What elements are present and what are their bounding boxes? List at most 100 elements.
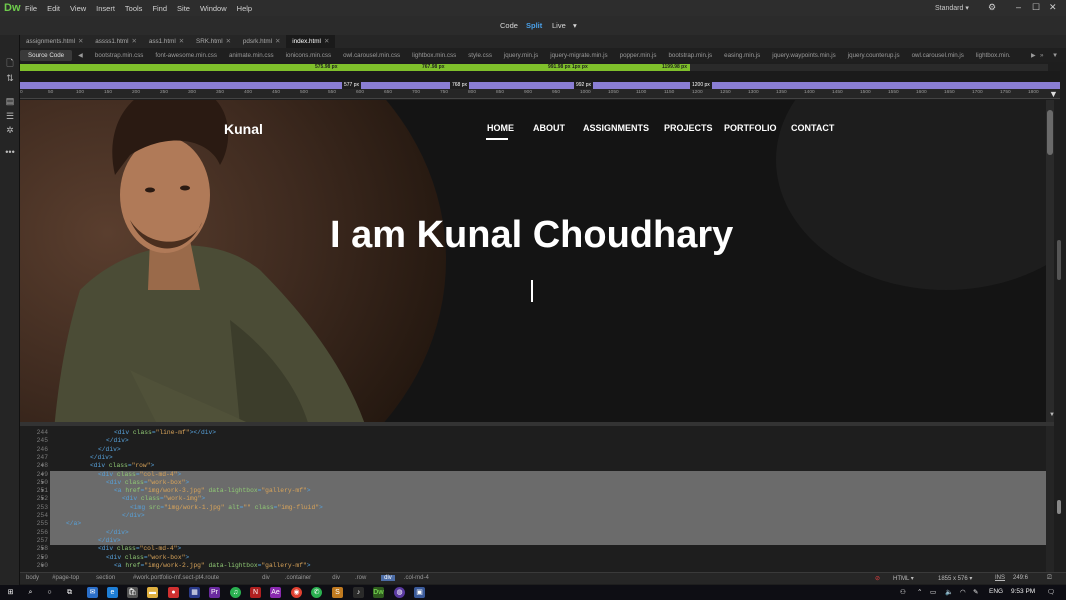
split-view-button[interactable]: Split xyxy=(526,21,542,30)
close-tab-icon[interactable]: ✕ xyxy=(78,38,83,45)
panel-icon[interactable]: ▤ xyxy=(4,95,16,107)
related-file[interactable]: style.css xyxy=(462,52,498,59)
live-view[interactable]: Kunal HOME ABOUT ASSIGNMENTS PROJECTS PO… xyxy=(20,100,1046,422)
tag-crumb[interactable]: #page-top xyxy=(52,575,79,581)
search-icon[interactable]: ⌕ xyxy=(25,587,36,598)
code-text[interactable]: <img src="img/work-1.jpg" alt="" class="… xyxy=(130,504,323,512)
code-view-button[interactable]: Code xyxy=(500,21,518,30)
notifications-icon[interactable]: 🗨 xyxy=(1047,588,1055,596)
indent-icon[interactable]: ☰ xyxy=(4,110,16,122)
tag-crumb[interactable]: div xyxy=(262,575,270,581)
code-line[interactable]: 249 ▼ <div class="col-md-4"> xyxy=(20,470,1046,479)
fold-icon[interactable]: ▼ xyxy=(41,462,44,470)
app-icon-dark[interactable]: ♪ xyxy=(353,587,364,598)
ruler-handle-icon[interactable]: ▼ xyxy=(1049,89,1058,99)
nav-projects[interactable]: PROJECTS xyxy=(664,123,713,133)
related-file[interactable]: ionicons.min.css xyxy=(280,52,337,59)
mq-label[interactable]: 577 px xyxy=(342,82,362,89)
clock[interactable]: 9:53 PM xyxy=(1011,588,1035,595)
code-text[interactable]: <a href="img/work-2.jpg" data-lightbox="… xyxy=(114,562,311,570)
nav-assignments[interactable]: ASSIGNMENTS xyxy=(583,123,649,133)
chevron-up-icon[interactable]: ⌃ xyxy=(917,588,922,596)
code-text[interactable]: </div> xyxy=(106,437,129,445)
related-file[interactable]: animate.min.css xyxy=(223,52,280,59)
fold-icon[interactable]: ▼ xyxy=(41,471,44,479)
menu-site[interactable]: Site xyxy=(177,4,190,13)
edge-icon[interactable]: e xyxy=(107,587,118,598)
code-line[interactable]: 255 </a> xyxy=(20,520,1046,529)
code-text[interactable]: </div> xyxy=(98,537,121,545)
spotify-icon[interactable]: ♫ xyxy=(230,587,241,598)
volume-icon[interactable]: 🔈 xyxy=(945,588,953,596)
live-view-scroll-thumb[interactable] xyxy=(1047,110,1053,155)
photos-icon[interactable]: ▦ xyxy=(189,587,200,598)
minimize-icon[interactable]: – xyxy=(1016,2,1021,12)
document-tab[interactable]: index.html ✕ xyxy=(286,35,336,48)
code-line[interactable]: 244 <div class="line-mf"></div> xyxy=(20,429,1046,437)
media-query-bar-min[interactable]: 575.98 px 767.98 px 991.98 px 1px px 119… xyxy=(20,64,690,71)
tag-crumb[interactable]: div xyxy=(381,575,395,581)
fold-icon[interactable]: ▼ xyxy=(41,479,44,487)
fold-icon[interactable]: ▼ xyxy=(41,487,44,495)
related-file[interactable]: jquery.min.js xyxy=(498,52,544,59)
document-tab[interactable]: assignments.html ✕ xyxy=(20,35,89,48)
code-text[interactable]: <div class="work-img"> xyxy=(122,495,205,503)
sublime-icon[interactable]: S xyxy=(332,587,343,598)
fold-icon[interactable]: ▼ xyxy=(41,495,44,503)
tag-crumb[interactable]: section xyxy=(96,575,115,581)
code-text[interactable]: </div> xyxy=(122,512,145,520)
menu-tools[interactable]: Tools xyxy=(125,4,143,13)
cortana-icon[interactable]: ○ xyxy=(44,587,55,598)
aftereffects-icon[interactable]: Ae xyxy=(270,587,281,598)
fold-icon[interactable]: ▼ xyxy=(41,562,44,570)
app-icon-purple[interactable]: ◍ xyxy=(394,587,405,598)
related-file[interactable]: jquery.waypoints.min.js xyxy=(766,52,842,59)
nav-contact[interactable]: CONTACT xyxy=(791,123,834,133)
mq-label[interactable]: 992 px xyxy=(574,82,594,89)
code-text[interactable]: <div class="row"> xyxy=(90,462,154,470)
premiere-icon[interactable]: Pr xyxy=(209,587,220,598)
app-icon-blue[interactable]: ▣ xyxy=(414,587,425,598)
related-file[interactable]: owl.carousel.min.css xyxy=(337,52,406,59)
tag-crumb[interactable]: .container xyxy=(285,575,311,581)
preview-icon[interactable]: ⎚ xyxy=(1047,575,1052,582)
mq-label[interactable]: 575.98 px xyxy=(315,64,338,71)
chevron-down-icon[interactable]: ▾ xyxy=(573,21,577,30)
wifi-icon[interactable]: ◠ xyxy=(960,588,966,596)
close-tab-icon[interactable]: ✕ xyxy=(226,38,231,45)
file-icon[interactable]: 🗋 xyxy=(4,57,16,69)
tag-crumb[interactable]: .col-md-4 xyxy=(404,575,429,581)
store-icon[interactable]: 🛍 xyxy=(127,587,138,598)
pen-icon[interactable]: ✎ xyxy=(973,588,978,596)
code-text[interactable]: <div class="line-mf"></div> xyxy=(114,429,216,437)
nav-home[interactable]: HOME xyxy=(487,123,514,133)
code-line[interactable]: 247 </div> xyxy=(20,454,1046,462)
windows-start-icon[interactable]: ⊞ xyxy=(5,587,16,598)
menu-window[interactable]: Window xyxy=(200,4,227,13)
related-file[interactable]: easing.min.js xyxy=(718,52,766,59)
settings-icon[interactable]: ⚙ xyxy=(988,2,996,13)
splitter-handle[interactable] xyxy=(1057,240,1061,280)
code-line[interactable]: 246 </div> xyxy=(20,446,1046,454)
insert-mode[interactable]: INS xyxy=(995,575,1005,581)
folder-icon[interactable]: ▬ xyxy=(147,587,158,598)
gear-icon[interactable]: ✲ xyxy=(4,124,16,136)
maximize-icon[interactable]: ☐ xyxy=(1032,2,1040,13)
document-tab[interactable]: assss1.html ✕ xyxy=(89,35,143,48)
related-file[interactable]: bootstrap.min.css xyxy=(89,52,150,59)
mq-label[interactable]: 1199.98 px xyxy=(662,64,687,71)
close-tab-icon[interactable]: ✕ xyxy=(275,38,280,45)
chrome-icon[interactable]: ◉ xyxy=(291,587,302,598)
code-text[interactable]: <a href="img/work-3.jpg" data-lightbox="… xyxy=(114,487,311,495)
code-text[interactable]: <div class="col-md-4"> xyxy=(98,545,181,553)
mq-label[interactable]: 1200 px xyxy=(690,82,712,89)
code-line[interactable]: 254 </div> xyxy=(20,512,1046,521)
error-icon[interactable]: ⊘ xyxy=(875,575,880,582)
app-icon-red[interactable]: ● xyxy=(168,587,179,598)
arrow-left-icon[interactable]: ◀ xyxy=(72,52,89,59)
battery-icon[interactable]: ▭ xyxy=(930,588,936,596)
code-scrollbar[interactable] xyxy=(1046,426,1054,572)
menu-file[interactable]: File xyxy=(25,4,37,13)
media-query-bar-max[interactable]: 577 px 768 px 992 px 1200 px xyxy=(20,82,1060,89)
code-line[interactable]: 245 </div> xyxy=(20,437,1046,445)
